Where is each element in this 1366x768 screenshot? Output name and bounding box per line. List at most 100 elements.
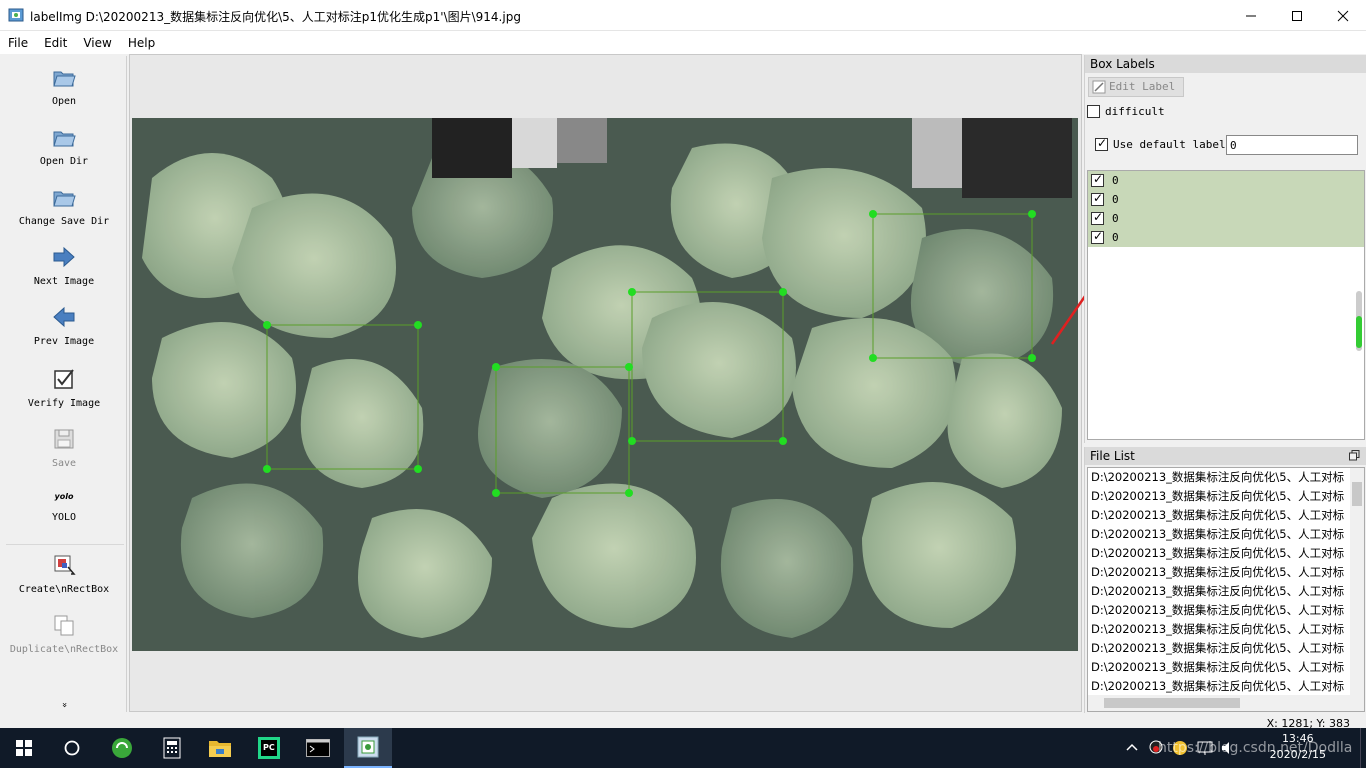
label-visible-checkbox[interactable] bbox=[1091, 191, 1104, 206]
open-dir-button[interactable]: Open Dir bbox=[2, 124, 126, 167]
difficult-label: difficult bbox=[1105, 105, 1165, 118]
label-visible-checkbox[interactable] bbox=[1091, 229, 1104, 244]
checkbox-checked-icon bbox=[54, 369, 74, 389]
taskbar: PC https://blog.csdn.net/Dodlla 13:46 20… bbox=[0, 728, 1366, 768]
menu-bar: File Edit View Help bbox=[0, 31, 1366, 54]
file-list-vscrollbar[interactable] bbox=[1350, 468, 1364, 696]
file-list-item[interactable]: D:\20200213_数据集标注反向优化\5、人工对标 bbox=[1088, 639, 1350, 658]
prev-image-button[interactable]: Prev Image bbox=[2, 304, 126, 347]
window-title: labelImg D:\20200213_数据集标注反向优化\5、人工对标注p1… bbox=[30, 10, 521, 24]
windows-logo-icon bbox=[16, 740, 32, 756]
open-button[interactable]: Open bbox=[2, 64, 126, 107]
save-label: Save bbox=[51, 458, 77, 469]
folder-open-icon bbox=[53, 71, 76, 87]
image-canvas[interactable] bbox=[129, 54, 1082, 712]
edit-label-text: Edit Label bbox=[1109, 80, 1176, 93]
taskbar-app-browser[interactable] bbox=[98, 728, 146, 768]
minimize-button[interactable] bbox=[1228, 0, 1274, 31]
default-label-input[interactable] bbox=[1226, 135, 1358, 155]
file-list-item[interactable]: D:\20200213_数据集标注反向优化\5、人工对标 bbox=[1088, 582, 1350, 601]
label-visible-checkbox[interactable] bbox=[1091, 172, 1104, 187]
folder-open-icon bbox=[53, 131, 76, 147]
label-list-item[interactable]: 0 bbox=[1088, 190, 1364, 209]
arrow-right-icon bbox=[53, 246, 75, 268]
float-panel-icon[interactable] bbox=[1349, 450, 1360, 461]
taskbar-app-calculator[interactable] bbox=[148, 728, 196, 768]
taskbar-app-terminal[interactable] bbox=[294, 728, 342, 768]
file-list[interactable]: D:\20200213_数据集标注反向优化\5、人工对标 D:\20200213… bbox=[1087, 467, 1365, 712]
floppy-disk-icon bbox=[54, 429, 74, 449]
box-labels-title: Box Labels bbox=[1085, 55, 1366, 73]
svg-text:PC: PC bbox=[263, 743, 275, 752]
yolo-format-button[interactable]: yolo YOLO bbox=[2, 490, 126, 523]
taskbar-app-explorer[interactable] bbox=[196, 728, 244, 768]
use-default-label-text: Use default label bbox=[1113, 138, 1226, 151]
close-button[interactable] bbox=[1320, 0, 1366, 31]
label-list-scrollbar[interactable] bbox=[1356, 291, 1362, 351]
search-button[interactable] bbox=[48, 728, 96, 768]
arrow-left-icon bbox=[53, 306, 75, 328]
file-list-title: File List bbox=[1085, 447, 1366, 465]
chevron-up-icon[interactable] bbox=[1126, 742, 1138, 752]
next-image-label: Next Image bbox=[33, 276, 95, 287]
yolo-icon: yolo bbox=[54, 492, 74, 501]
change-save-dir-button[interactable]: Change Save Dir bbox=[2, 184, 126, 227]
label-visible-checkbox[interactable] bbox=[1091, 210, 1104, 225]
edit-icon bbox=[1092, 80, 1106, 94]
taskbar-app-labelimg[interactable] bbox=[344, 728, 392, 768]
file-list-item[interactable]: D:\20200213_数据集标注反向优化\5、人工对标 bbox=[1088, 468, 1350, 487]
file-list-item[interactable]: D:\20200213_数据集标注反向优化\5、人工对标 bbox=[1088, 620, 1350, 639]
duplicate-rectbox-button[interactable]: Duplicate\nRectBox bbox=[2, 612, 126, 655]
file-list-item[interactable]: D:\20200213_数据集标注反向优化\5、人工对标 bbox=[1088, 677, 1350, 696]
verify-image-button[interactable]: Verify Image bbox=[2, 366, 126, 409]
copy-icon bbox=[54, 615, 74, 636]
prev-image-label: Prev Image bbox=[33, 336, 95, 347]
file-list-item[interactable]: D:\20200213_数据集标注反向优化\5、人工对标 bbox=[1088, 506, 1350, 525]
start-button[interactable] bbox=[0, 728, 48, 768]
label-list-item[interactable]: 0 bbox=[1088, 171, 1364, 190]
create-rectbox-button[interactable]: Create\nRectBox bbox=[2, 552, 126, 595]
show-desktop-button[interactable] bbox=[1360, 728, 1366, 768]
file-list-item[interactable]: D:\20200213_数据集标注反向优化\5、人工对标 bbox=[1088, 601, 1350, 620]
change-save-dir-label: Change Save Dir bbox=[18, 216, 110, 227]
toolbar: Open Open Dir Change Save Dir Next Image… bbox=[2, 56, 127, 712]
next-image-button[interactable]: Next Image bbox=[2, 244, 126, 287]
menu-file[interactable]: File bbox=[0, 36, 36, 50]
menu-edit[interactable]: Edit bbox=[36, 36, 75, 50]
label-list[interactable]: 0 0 0 0 bbox=[1087, 170, 1365, 440]
file-list-item[interactable]: D:\20200213_数据集标注反向优化\5、人工对标 bbox=[1088, 487, 1350, 506]
app-icon bbox=[8, 8, 24, 22]
verify-image-label: Verify Image bbox=[27, 398, 101, 409]
file-list-item[interactable]: D:\20200213_数据集标注反向优化\5、人工对标 bbox=[1088, 544, 1350, 563]
file-list-item[interactable]: D:\20200213_数据集标注反向优化\5、人工对标 bbox=[1088, 563, 1350, 582]
close-icon bbox=[1337, 10, 1349, 21]
label-list-item[interactable]: 0 bbox=[1088, 209, 1364, 228]
menu-help[interactable]: Help bbox=[120, 36, 163, 50]
label-text: 0 bbox=[1112, 212, 1119, 225]
clock-date: 2020/2/15 bbox=[1269, 748, 1326, 761]
file-list-item[interactable]: D:\20200213_数据集标注反向优化\5、人工对标 bbox=[1088, 658, 1350, 677]
labelimg-icon bbox=[357, 736, 379, 758]
cotton-leaves-image bbox=[132, 118, 1078, 651]
file-list-panel: File List D:\20200213_数据集标注反向优化\5、人工对标 D… bbox=[1084, 447, 1366, 713]
label-text: 0 bbox=[1112, 231, 1119, 244]
title-bar: labelImg D:\20200213_数据集标注反向优化\5、人工对标注p1… bbox=[0, 0, 1366, 31]
minimize-icon bbox=[1246, 15, 1256, 16]
toolbar-more-chevron-icon[interactable]: » bbox=[59, 700, 69, 710]
annotated-image bbox=[132, 118, 1078, 651]
use-default-label-checkbox[interactable] bbox=[1095, 136, 1108, 151]
maximize-button[interactable] bbox=[1274, 0, 1320, 31]
file-list-item[interactable]: D:\20200213_数据集标注反向优化\5、人工对标 bbox=[1088, 525, 1350, 544]
label-list-item[interactable]: 0 bbox=[1088, 228, 1364, 247]
difficult-checkbox[interactable] bbox=[1087, 105, 1100, 118]
system-clock[interactable]: 13:46 2020/2/15 bbox=[1270, 731, 1326, 763]
menu-view[interactable]: View bbox=[75, 36, 119, 50]
duplicate-rectbox-label: Duplicate\nRectBox bbox=[9, 644, 119, 655]
taskbar-app-pycharm[interactable]: PC bbox=[245, 728, 293, 768]
browser-icon bbox=[112, 738, 132, 758]
open-dir-label: Open Dir bbox=[39, 156, 89, 167]
save-button[interactable]: Save bbox=[2, 426, 126, 469]
file-list-hscrollbar[interactable] bbox=[1088, 695, 1364, 711]
yolo-label: YOLO bbox=[51, 512, 77, 523]
label-text: 0 bbox=[1112, 193, 1119, 206]
